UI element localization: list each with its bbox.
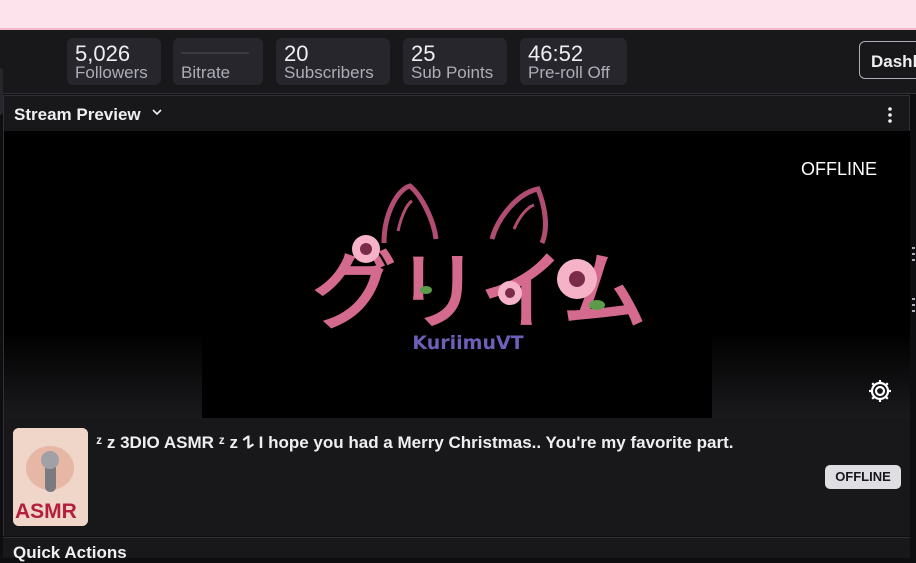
drag-handle-icon[interactable] — [911, 296, 916, 320]
stat-bitrate[interactable]: Bitrate — [173, 38, 263, 85]
stat-pre-roll[interactable]: 46:52 Pre-roll Off — [520, 38, 627, 85]
stat-label: Subscribers — [284, 63, 374, 82]
stat-label: Sub Points — [411, 63, 494, 82]
dashboard-button-label: Dashb — [871, 52, 916, 71]
gear-icon[interactable] — [866, 377, 894, 405]
right-rail — [910, 95, 916, 550]
status-badge: OFFLINE — [825, 465, 901, 489]
panel-title: Stream Preview — [14, 105, 141, 124]
stream-thumbnail[interactable]: ASMR — [13, 428, 88, 526]
stat-sub-points[interactable]: 25 Sub Points — [403, 38, 507, 85]
stat-label: Followers — [75, 63, 148, 82]
stats-bar: 5,026 Followers Bitrate 20 Subscribers 2… — [0, 30, 916, 115]
stream-title[interactable]: ᶻ z 3DIO ASMR ᶻ z 𐰁 I hope you had a Mer… — [96, 430, 733, 453]
chevron-down-icon[interactable] — [151, 106, 163, 118]
stat-label: Bitrate — [181, 63, 231, 82]
thumbnail-label: ASMR — [15, 500, 77, 523]
stat-label: Pre-roll Off — [528, 63, 610, 82]
bitrate-bar — [181, 52, 249, 54]
kuriimu-logo: グリイム KuriimuVT — [312, 183, 646, 354]
offline-overlay-label: OFFLINE — [795, 157, 884, 182]
dashboard-button[interactable]: Dashb — [859, 41, 916, 79]
drag-handle-icon[interactable] — [911, 245, 916, 269]
more-vertical-icon[interactable] — [886, 106, 894, 124]
stat-followers[interactable]: 5,026 Followers — [67, 38, 161, 85]
browser-top-strip — [0, 0, 916, 30]
stat-subscribers[interactable]: 20 Subscribers — [276, 38, 390, 85]
panel-title: Quick Actions — [13, 543, 127, 562]
offline-banner-art: グリイム KuriimuVT — [202, 131, 712, 418]
svg-text:KuriimuVT: KuriimuVT — [412, 332, 523, 354]
quick-actions-panel: Quick Actions — [3, 537, 910, 562]
